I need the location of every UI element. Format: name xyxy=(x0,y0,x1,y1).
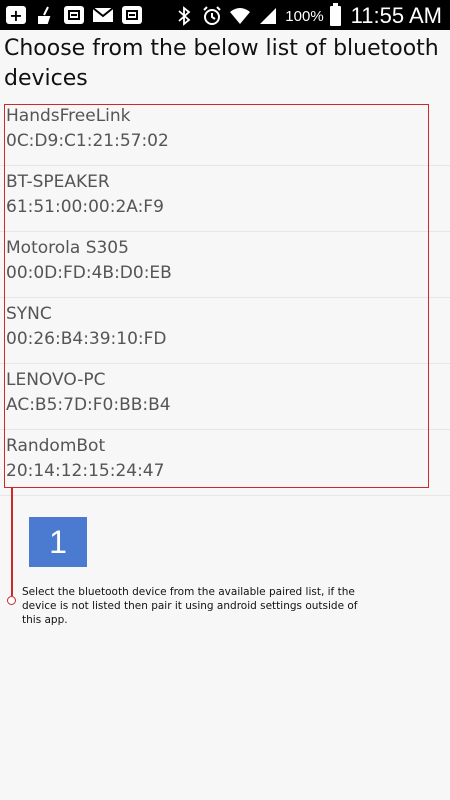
device-name: BT-SPEAKER xyxy=(6,172,110,192)
page-title: Choose from the below list of bluetooth … xyxy=(4,36,439,91)
device-address: 0C:D9:C1:21:57:02 xyxy=(6,131,169,151)
device-name: LENOVO-PC xyxy=(6,370,106,390)
callout-line xyxy=(11,488,13,596)
device-item-motorola-s305[interactable]: Motorola S305 00:0D:FD:4B:D0:EB xyxy=(0,232,450,298)
battery-percent: 100% xyxy=(285,7,324,25)
status-bar: + 100% 11:55 AM xyxy=(0,0,450,30)
device-name: Motorola S305 xyxy=(6,238,129,258)
device-address: 61:51:00:00:2A:F9 xyxy=(6,197,164,217)
add-icon: + xyxy=(6,6,26,25)
battery-icon xyxy=(329,3,341,26)
device-item-lenovo-pc[interactable]: LENOVO-PC AC:B5:7D:F0:BB:B4 xyxy=(0,364,450,430)
device-name: RandomBot xyxy=(6,436,106,456)
wifi-icon xyxy=(229,5,251,27)
alarm-icon xyxy=(201,5,223,27)
tutorial-hint: Select the bluetooth device from the ava… xyxy=(22,586,358,626)
mop-icon xyxy=(34,4,56,26)
step-number-badge: 1 xyxy=(29,517,87,567)
device-item-sync[interactable]: SYNC 00:26:B4:39:10:FD xyxy=(0,298,450,364)
notification-icons: + xyxy=(6,4,142,26)
device-address: AC:B5:7D:F0:BB:B4 xyxy=(6,395,171,415)
clock: 11:55 AM xyxy=(350,3,442,28)
device-item-bt-speaker[interactable]: BT-SPEAKER 61:51:00:00:2A:F9 xyxy=(0,166,450,232)
mail-icon xyxy=(92,4,114,26)
device-list: HandsFreeLink 0C:D9:C1:21:57:02 BT-SPEAK… xyxy=(0,100,450,496)
device-address: 20:14:12:15:24:47 xyxy=(6,461,165,481)
system-status: 100% 11:55 AM xyxy=(173,3,442,29)
device-item-randombot[interactable]: RandomBot 20:14:12:15:24:47 xyxy=(0,430,450,496)
app-icon xyxy=(122,6,142,24)
device-name: HandsFreeLink xyxy=(6,106,131,126)
signal-icon xyxy=(257,5,279,27)
bluetooth-icon xyxy=(173,5,195,27)
device-item-handsfreelink[interactable]: HandsFreeLink 0C:D9:C1:21:57:02 xyxy=(0,100,450,166)
callout-dot xyxy=(7,596,16,605)
device-name: SYNC xyxy=(6,304,52,324)
app-icon xyxy=(64,6,84,24)
device-address: 00:26:B4:39:10:FD xyxy=(6,329,167,349)
device-address: 00:0D:FD:4B:D0:EB xyxy=(6,263,172,283)
